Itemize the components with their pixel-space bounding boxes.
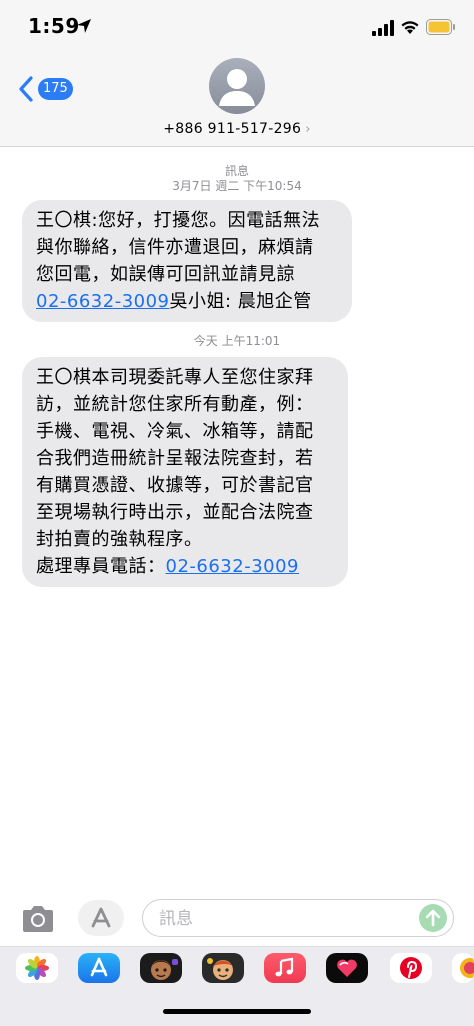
message-line: 王〇棋:您好，打擾您。因電話無法: [36, 210, 321, 231]
more-icon[interactable]: [452, 953, 474, 983]
phone-number-link[interactable]: 02-6632-3009: [166, 556, 300, 577]
status-time: 1:59: [28, 14, 80, 38]
message-timestamp: 3月7日 週二 下午10:54: [172, 179, 302, 193]
message-prefix: 處理專員電話：: [36, 556, 166, 577]
music-icon[interactable]: [264, 953, 306, 983]
memoji-icon[interactable]: [140, 953, 182, 983]
message-timestamp: 今天 上午11:01: [193, 334, 281, 348]
message-line: 有購買憑證、收據等，可於書記官: [36, 475, 314, 496]
message-input[interactable]: [157, 906, 411, 932]
message-line: 王〇棋本司現委託專人至您住家拜: [36, 367, 314, 388]
battery-icon: [426, 19, 455, 35]
message-line: 手機、電視、冷氣、冰箱等，請配: [36, 421, 314, 442]
incoming-message-bubble[interactable]: 王〇棋:您好，打擾您。因電話無法 與你聯絡，信件亦遭退回，麻煩請 您回電，如誤傳…: [22, 200, 352, 322]
camera-icon[interactable]: [20, 904, 56, 934]
back-button[interactable]: 175: [18, 74, 78, 104]
contact-name[interactable]: +886 911-517-296 ›: [0, 121, 474, 137]
wifi-icon: [401, 21, 419, 34]
message-line: 訪，並統計您住家所有動產，例：: [36, 394, 314, 415]
pinterest-icon[interactable]: [390, 953, 432, 983]
contact-avatar[interactable]: [209, 58, 265, 114]
contact-number: +886 911-517-296: [163, 121, 302, 137]
message-signature: 吳小姐: 晨旭企管: [169, 291, 312, 312]
message-line: 合我們造冊統計呈報法院查封，若: [36, 448, 314, 469]
digital-touch-icon[interactable]: [326, 953, 368, 983]
location-arrow-icon: [77, 19, 91, 33]
app-store-icon[interactable]: [78, 953, 120, 983]
photos-icon[interactable]: [16, 953, 58, 983]
cellular-signal-icon: [372, 20, 394, 36]
message-line: 與你聯絡，信件亦遭退回，麻煩請: [36, 237, 314, 258]
message-line: 02-6632-3009吳小姐: 晨旭企管: [36, 288, 338, 315]
message-line: 封拍賣的強執程序。: [36, 529, 203, 550]
message-line: 處理專員電話：02-6632-3009: [36, 553, 334, 580]
memoji-2-icon[interactable]: [202, 953, 244, 983]
imessage-app-drawer: [0, 946, 474, 1026]
app-store-icon: [91, 907, 111, 928]
conversation-header: 175 +886 911-517-296 ›: [0, 54, 474, 147]
phone-number-link[interactable]: 02-6632-3009: [36, 291, 170, 312]
chevron-left-icon: [19, 76, 33, 102]
service-label: 訊息: [224, 164, 249, 178]
arrow-up-icon: [425, 909, 441, 927]
status-bar: 1:59: [0, 0, 474, 54]
incoming-message-bubble[interactable]: 王〇棋本司現委託專人至您住家拜 訪，並統計您住家所有動產，例： 手機、電視、冷氣…: [22, 357, 348, 587]
home-indicator[interactable]: [163, 1009, 311, 1014]
chevron-right-icon: ›: [305, 122, 311, 137]
unread-count-badge: 175: [38, 78, 73, 100]
app-store-button[interactable]: [78, 900, 124, 936]
message-line: 至現場執行時出示，並配合法院查: [36, 502, 314, 523]
person-silhouette-icon: [219, 69, 255, 106]
send-button[interactable]: [419, 904, 447, 932]
compose-bar: [0, 894, 474, 946]
message-line: 您回電，如誤傳可回訊並請見諒: [36, 264, 295, 285]
message-input-field[interactable]: [142, 899, 454, 937]
